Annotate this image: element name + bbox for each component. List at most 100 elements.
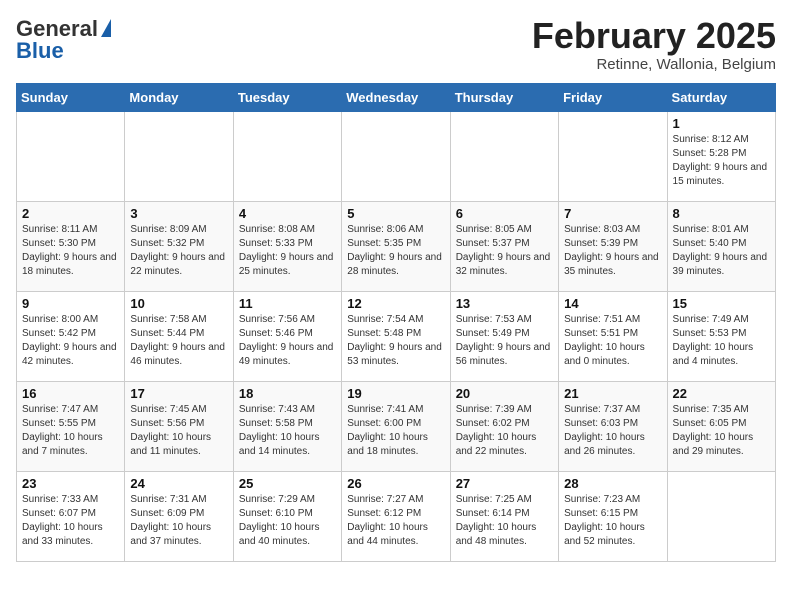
day-number: 22 <box>673 386 770 401</box>
day-number: 25 <box>239 476 336 491</box>
cell-content: Sunrise: 7:31 AMSunset: 6:09 PMDaylight:… <box>130 493 227 549</box>
day-number: 27 <box>456 476 553 491</box>
day-number: 4 <box>239 206 336 221</box>
month-title: February 2025 <box>532 16 776 56</box>
day-number: 8 <box>673 206 770 221</box>
cell-content: Sunrise: 7:33 AMSunset: 6:07 PMDaylight:… <box>22 493 119 549</box>
calendar-week-row: 16Sunrise: 7:47 AMSunset: 5:55 PMDayligh… <box>17 381 776 471</box>
day-number: 3 <box>130 206 227 221</box>
day-number: 15 <box>673 296 770 311</box>
calendar-cell: 15 Sunrise: 7:49 AMSunset: 5:53 PMDayligh… <box>667 291 775 381</box>
calendar-cell: 14 Sunrise: 7:51 AMSunset: 5:51 PMDayligh… <box>559 291 667 381</box>
calendar-week-row: 9 Sunrise: 8:00 AMSunset: 5:42 PMDaylight… <box>17 291 776 381</box>
cell-content: Sunrise: 8:05 AMSunset: 5:37 PMDaylight:… <box>456 223 553 279</box>
calendar-cell: 18 Sunrise: 7:43 AMSunset: 5:58 PMDayligh… <box>233 381 341 471</box>
day-number: 14 <box>564 296 661 311</box>
calendar-cell <box>559 111 667 201</box>
calendar-cell: 22Sunrise: 7:35 AMSunset: 6:05 PMDayligh… <box>667 381 775 471</box>
calendar-header-row: SundayMondayTuesdayWednesdayThursdayFrid… <box>17 83 776 111</box>
day-number: 5 <box>347 206 444 221</box>
day-number: 7 <box>564 206 661 221</box>
calendar-cell: 20 Sunrise: 7:39 AMSunset: 6:02 PMDayligh… <box>450 381 558 471</box>
calendar-cell <box>342 111 450 201</box>
day-number: 17 <box>130 386 227 401</box>
day-number: 9 <box>22 296 119 311</box>
logo-triangle-icon <box>101 19 111 37</box>
cell-content: Sunrise: 8:06 AMSunset: 5:35 PMDaylight:… <box>347 223 444 279</box>
calendar-cell: 24 Sunrise: 7:31 AMSunset: 6:09 PMDayligh… <box>125 471 233 561</box>
calendar-cell: 13 Sunrise: 7:53 AMSunset: 5:49 PMDayligh… <box>450 291 558 381</box>
logo: General Blue <box>16 16 111 64</box>
day-number: 16 <box>22 386 119 401</box>
day-number: 11 <box>239 296 336 311</box>
calendar-cell <box>667 471 775 561</box>
calendar-cell: 12 Sunrise: 7:54 AMSunset: 5:48 PMDayligh… <box>342 291 450 381</box>
calendar-cell: 10 Sunrise: 7:58 AMSunset: 5:44 PMDayligh… <box>125 291 233 381</box>
day-number: 26 <box>347 476 444 491</box>
cell-content: Sunrise: 7:39 AMSunset: 6:02 PMDaylight:… <box>456 403 553 459</box>
calendar-week-row: 2Sunrise: 8:11 AMSunset: 5:30 PMDaylight… <box>17 201 776 291</box>
cell-content: Sunrise: 7:29 AMSunset: 6:10 PMDaylight:… <box>239 493 336 549</box>
cell-content: Sunrise: 7:43 AMSunset: 5:58 PMDaylight:… <box>239 403 336 459</box>
day-number: 12 <box>347 296 444 311</box>
day-number: 28 <box>564 476 661 491</box>
cell-content: Sunrise: 7:37 AMSunset: 6:03 PMDaylight:… <box>564 403 661 459</box>
calendar-day-header: Monday <box>125 83 233 111</box>
calendar-cell: 23 Sunrise: 7:33 AMSunset: 6:07 PMDayligh… <box>17 471 125 561</box>
cell-content: Sunrise: 7:41 AMSunset: 6:00 PMDaylight:… <box>347 403 444 459</box>
cell-content: Sunrise: 8:11 AMSunset: 5:30 PMDaylight:… <box>22 223 119 279</box>
calendar-table: SundayMondayTuesdayWednesdayThursdayFrid… <box>16 83 776 562</box>
calendar-cell: 28 Sunrise: 7:23 AMSunset: 6:15 PMDayligh… <box>559 471 667 561</box>
calendar-cell: 9 Sunrise: 8:00 AMSunset: 5:42 PMDaylight… <box>17 291 125 381</box>
cell-content: Sunrise: 7:27 AMSunset: 6:12 PMDaylight:… <box>347 493 444 549</box>
logo-blue-text: Blue <box>16 38 64 64</box>
calendar-cell: 7 Sunrise: 8:03 AMSunset: 5:39 PMDaylight… <box>559 201 667 291</box>
cell-content: Sunrise: 8:12 AMSunset: 5:28 PMDaylight:… <box>673 133 770 189</box>
day-number: 20 <box>456 386 553 401</box>
cell-content: Sunrise: 7:45 AMSunset: 5:56 PMDaylight:… <box>130 403 227 459</box>
location-subtitle: Retinne, Wallonia, Belgium <box>532 56 776 73</box>
calendar-cell: 17 Sunrise: 7:45 AMSunset: 5:56 PMDayligh… <box>125 381 233 471</box>
day-number: 1 <box>673 116 770 131</box>
day-number: 13 <box>456 296 553 311</box>
calendar-cell: 25 Sunrise: 7:29 AMSunset: 6:10 PMDayligh… <box>233 471 341 561</box>
calendar-cell <box>450 111 558 201</box>
cell-content: Sunrise: 7:56 AMSunset: 5:46 PMDaylight:… <box>239 313 336 369</box>
cell-content: Sunrise: 7:51 AMSunset: 5:51 PMDaylight:… <box>564 313 661 369</box>
day-number: 19 <box>347 386 444 401</box>
day-number: 24 <box>130 476 227 491</box>
cell-content: Sunrise: 7:53 AMSunset: 5:49 PMDaylight:… <box>456 313 553 369</box>
cell-content: Sunrise: 7:49 AMSunset: 5:53 PMDaylight:… <box>673 313 770 369</box>
calendar-cell: 6 Sunrise: 8:05 AMSunset: 5:37 PMDaylight… <box>450 201 558 291</box>
day-number: 6 <box>456 206 553 221</box>
page-header: General Blue February 2025 Retinne, Wall… <box>16 16 776 73</box>
calendar-day-header: Saturday <box>667 83 775 111</box>
calendar-cell: 1 Sunrise: 8:12 AMSunset: 5:28 PMDaylight… <box>667 111 775 201</box>
day-number: 21 <box>564 386 661 401</box>
calendar-week-row: 1 Sunrise: 8:12 AMSunset: 5:28 PMDaylight… <box>17 111 776 201</box>
calendar-day-header: Tuesday <box>233 83 341 111</box>
cell-content: Sunrise: 7:54 AMSunset: 5:48 PMDaylight:… <box>347 313 444 369</box>
title-block: February 2025 Retinne, Wallonia, Belgium <box>532 16 776 73</box>
calendar-cell <box>233 111 341 201</box>
cell-content: Sunrise: 7:23 AMSunset: 6:15 PMDaylight:… <box>564 493 661 549</box>
cell-content: Sunrise: 8:09 AMSunset: 5:32 PMDaylight:… <box>130 223 227 279</box>
calendar-cell: 5 Sunrise: 8:06 AMSunset: 5:35 PMDaylight… <box>342 201 450 291</box>
calendar-week-row: 23 Sunrise: 7:33 AMSunset: 6:07 PMDayligh… <box>17 471 776 561</box>
cell-content: Sunrise: 8:03 AMSunset: 5:39 PMDaylight:… <box>564 223 661 279</box>
calendar-cell: 2Sunrise: 8:11 AMSunset: 5:30 PMDaylight… <box>17 201 125 291</box>
calendar-cell: 4Sunrise: 8:08 AMSunset: 5:33 PMDaylight… <box>233 201 341 291</box>
cell-content: Sunrise: 8:01 AMSunset: 5:40 PMDaylight:… <box>673 223 770 279</box>
calendar-cell: 16Sunrise: 7:47 AMSunset: 5:55 PMDayligh… <box>17 381 125 471</box>
cell-content: Sunrise: 7:25 AMSunset: 6:14 PMDaylight:… <box>456 493 553 549</box>
calendar-cell: 26 Sunrise: 7:27 AMSunset: 6:12 PMDayligh… <box>342 471 450 561</box>
calendar-cell: 8 Sunrise: 8:01 AMSunset: 5:40 PMDaylight… <box>667 201 775 291</box>
calendar-cell: 21 Sunrise: 7:37 AMSunset: 6:03 PMDayligh… <box>559 381 667 471</box>
cell-content: Sunrise: 8:00 AMSunset: 5:42 PMDaylight:… <box>22 313 119 369</box>
day-number: 23 <box>22 476 119 491</box>
cell-content: Sunrise: 7:58 AMSunset: 5:44 PMDaylight:… <box>130 313 227 369</box>
day-number: 18 <box>239 386 336 401</box>
calendar-cell <box>17 111 125 201</box>
calendar-cell: 3 Sunrise: 8:09 AMSunset: 5:32 PMDaylight… <box>125 201 233 291</box>
day-number: 10 <box>130 296 227 311</box>
